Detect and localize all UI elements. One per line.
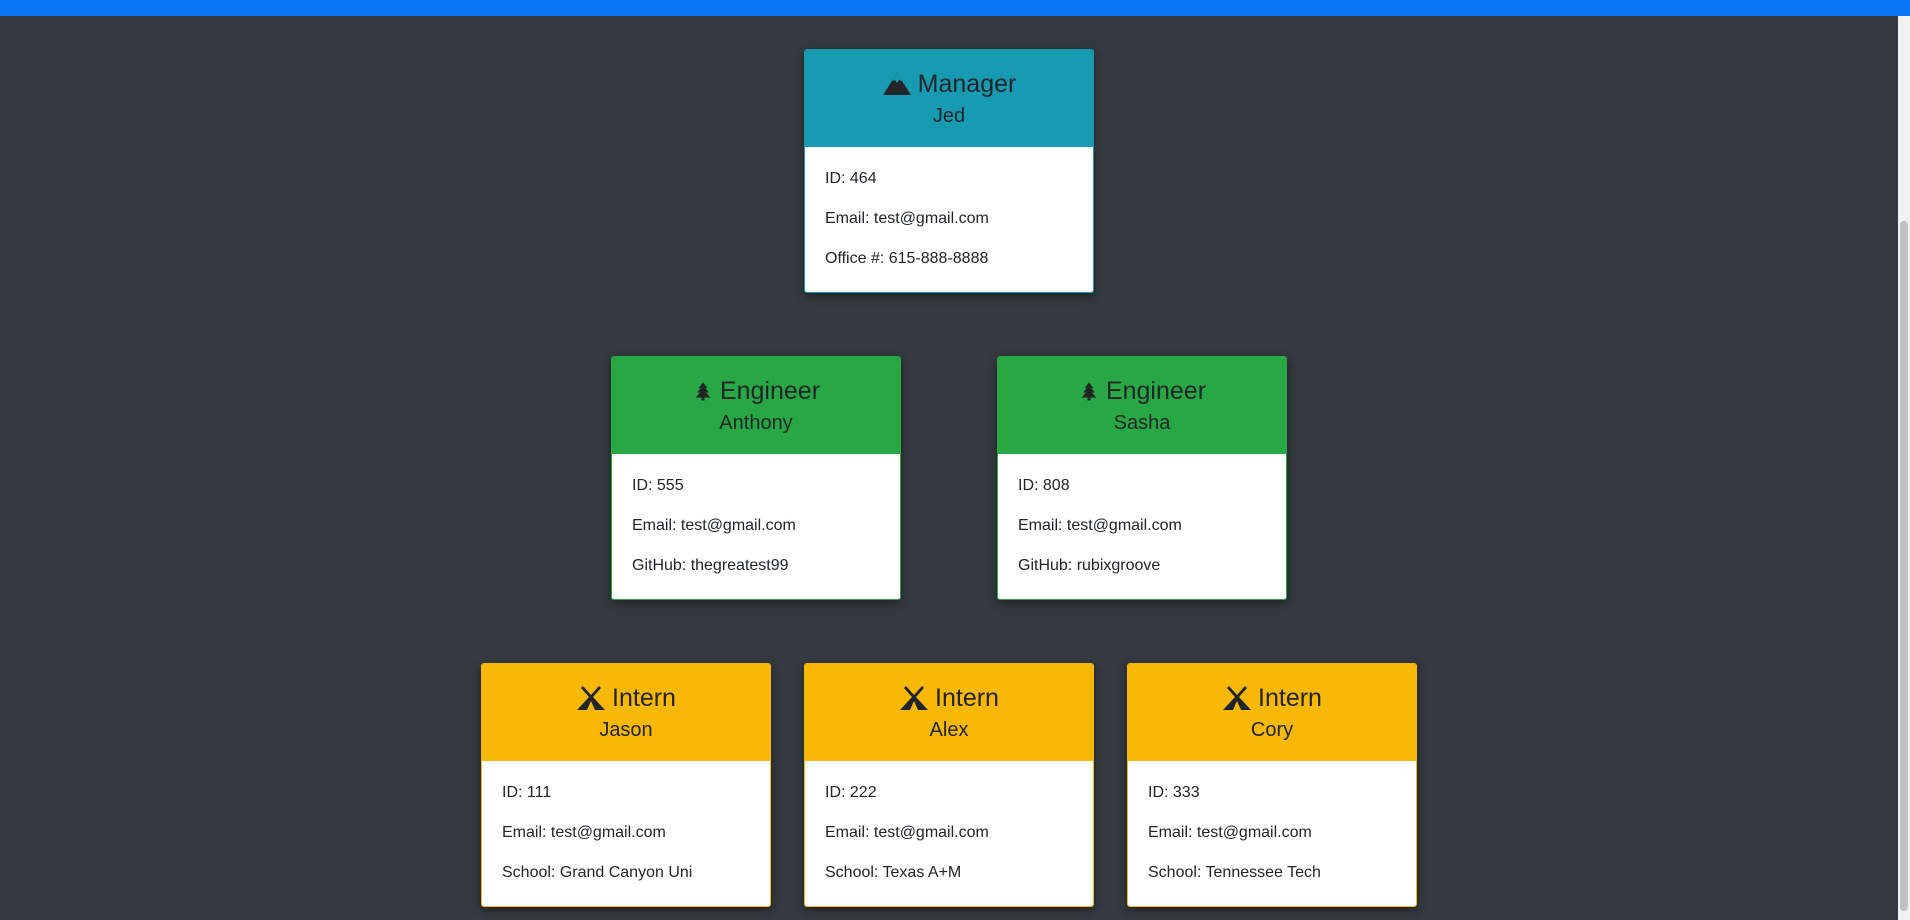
role-title: Intern (1258, 683, 1322, 712)
employee-name: Alex (929, 718, 969, 741)
engineer-card: Engineer Sasha ID: 808 Email: test@gmail… (997, 356, 1287, 600)
card-header: Intern Jason (482, 664, 770, 761)
employee-name: Jed (932, 104, 966, 127)
card-header: Intern Alex (805, 664, 1093, 761)
vertical-scrollbar[interactable] (1898, 16, 1910, 920)
employee-email: Email: test@gmail.com (632, 517, 796, 534)
engineer-card: Engineer Anthony ID: 555 Email: test@gma… (611, 356, 901, 600)
intern-card: Intern Jason ID: 111 Email: test@gmail.c… (481, 663, 771, 907)
card-body: ID: 464 Email: test@gmail.com Office #: … (805, 147, 1093, 292)
role-line: Intern (1222, 683, 1322, 713)
github-username: GitHub: rubixgroove (1018, 557, 1161, 574)
school-name: School: Grand Canyon Uni (502, 864, 693, 881)
employee-id: ID: 808 (1018, 477, 1070, 494)
card-header: Intern Cory (1128, 664, 1416, 761)
card-body: ID: 222 Email: test@gmail.com School: Te… (805, 761, 1093, 906)
role-title: Engineer (1105, 376, 1207, 405)
employee-email: Email: test@gmail.com (502, 824, 666, 841)
role-line: Intern (576, 683, 676, 713)
employee-id: ID: 222 (825, 784, 877, 801)
role-line: Engineer (692, 376, 820, 406)
card-header: Engineer Anthony (612, 357, 900, 454)
tent-icon (900, 685, 929, 710)
manager-row: Manager Jed ID: 464 Email: test@gmail.co… (0, 49, 1898, 293)
card-header: Engineer Sasha (998, 357, 1286, 454)
employee-name: Anthony (719, 411, 793, 434)
employee-id: ID: 111 (502, 784, 552, 801)
engineers-row: Engineer Anthony ID: 555 Email: test@gma… (0, 356, 1898, 600)
github-username: GitHub: thegreatest99 (632, 557, 789, 574)
intern-card: Intern Alex ID: 222 Email: test@gmail.co… (804, 663, 1094, 907)
school-name: School: Texas A+M (825, 864, 962, 881)
employee-email: Email: test@gmail.com (825, 824, 989, 841)
role-title: Intern (935, 683, 999, 712)
office-number: Office #: 615-888-8888 (825, 250, 989, 267)
tree-icon (1081, 381, 1097, 401)
card-body: ID: 808 Email: test@gmail.com GitHub: ru… (998, 454, 1286, 599)
intern-card: Intern Cory ID: 333 Email: test@gmail.co… (1127, 663, 1417, 907)
tent-icon (1223, 685, 1252, 710)
employee-name: Jason (599, 718, 653, 741)
interns-row: Intern Jason ID: 111 Email: test@gmail.c… (0, 663, 1898, 907)
card-body: ID: 111 Email: test@gmail.com School: Gr… (482, 761, 770, 906)
employee-name: Sasha (1113, 411, 1171, 434)
employee-name: Cory (1250, 718, 1294, 741)
top-bar (0, 0, 1910, 16)
school-name: School: Tennessee Tech (1148, 864, 1321, 881)
card-body: ID: 333 Email: test@gmail.com School: Te… (1128, 761, 1416, 906)
manager-card: Manager Jed ID: 464 Email: test@gmail.co… (804, 49, 1094, 293)
employee-email: Email: test@gmail.com (1018, 517, 1182, 534)
tent-icon (577, 685, 606, 710)
mountain-icon (882, 72, 911, 95)
role-line: Engineer (1078, 376, 1206, 406)
card-header: Manager Jed (805, 50, 1093, 147)
role-line: Manager (882, 69, 1017, 99)
employee-id: ID: 464 (825, 170, 877, 187)
role-title: Engineer (719, 376, 821, 405)
role-line: Intern (899, 683, 999, 713)
employee-email: Email: test@gmail.com (825, 210, 989, 227)
scrollbar-thumb[interactable] (1900, 221, 1908, 911)
card-body: ID: 555 Email: test@gmail.com GitHub: th… (612, 454, 900, 599)
employee-email: Email: test@gmail.com (1148, 824, 1312, 841)
employee-id: ID: 555 (632, 477, 684, 494)
role-title: Manager (917, 69, 1017, 98)
tree-icon (695, 381, 711, 401)
employee-id: ID: 333 (1148, 784, 1200, 801)
role-title: Intern (612, 683, 676, 712)
